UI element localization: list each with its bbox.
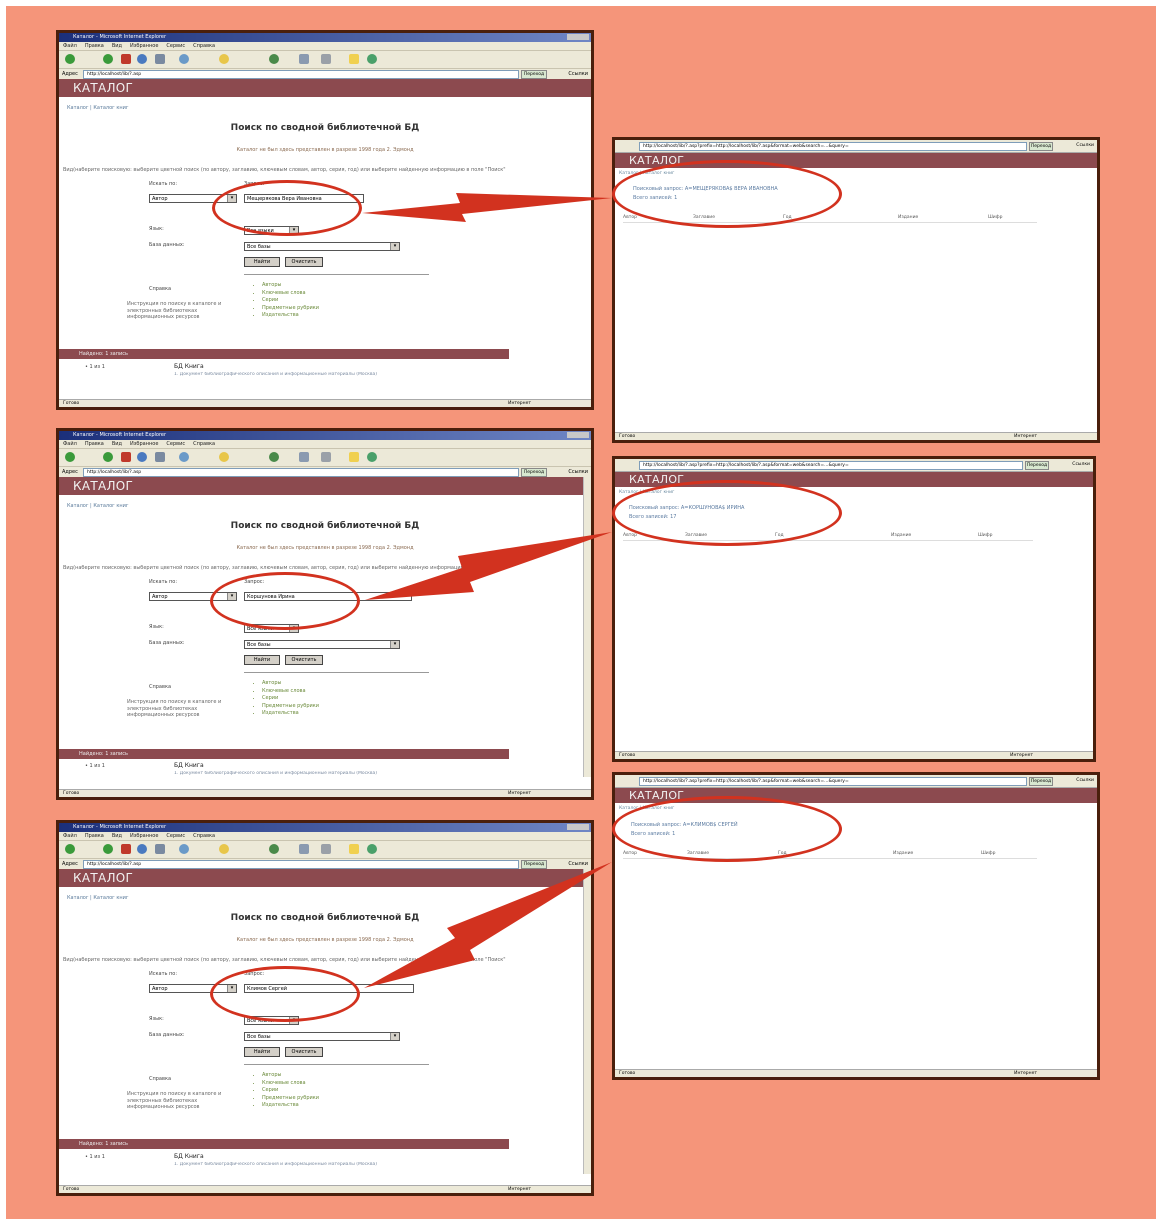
arrow [362, 193, 612, 222]
arrow [364, 862, 612, 988]
arrow-layer [362, 193, 612, 988]
arrow [365, 532, 612, 600]
